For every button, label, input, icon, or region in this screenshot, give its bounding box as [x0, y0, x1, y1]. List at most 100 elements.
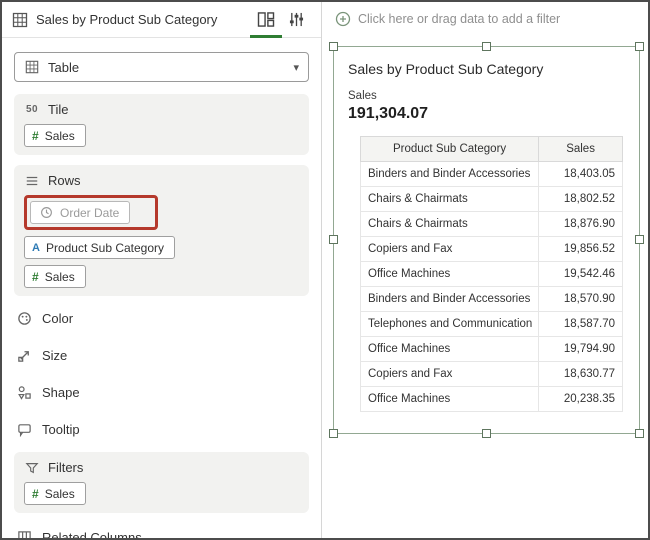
tile-section-header: 50 Tile	[24, 101, 299, 118]
selection-handle[interactable]	[635, 235, 644, 244]
selection-handle[interactable]	[635, 429, 644, 438]
add-filter-plus-icon	[335, 11, 351, 27]
table-row[interactable]: Office Machines19,794.90	[361, 337, 623, 362]
viz-type-dropdown[interactable]: Table ▾	[14, 52, 309, 82]
tile-section: 50 Tile # Sales	[14, 94, 309, 155]
drop-target-shape[interactable]: Shape	[2, 374, 321, 411]
viz-table-body: Binders and Binder Accessories18,403.05C…	[361, 162, 623, 412]
pill-label: Order Date	[60, 206, 119, 220]
table-row[interactable]: Office Machines20,238.35	[361, 387, 623, 412]
pill-sales-tile[interactable]: # Sales	[24, 124, 86, 147]
related-columns-icon	[16, 530, 32, 540]
selection-handle[interactable]	[329, 235, 338, 244]
prop-label: Color	[42, 311, 73, 326]
rows-icon	[24, 174, 40, 188]
rows-section-header: Rows	[24, 172, 299, 189]
selection-handle[interactable]	[635, 42, 644, 51]
pill-sales-filter[interactable]: # Sales	[24, 482, 86, 505]
shape-icon	[16, 385, 32, 400]
prop-label: Tooltip	[42, 422, 80, 437]
viz-table: Product Sub Category Sales Binders and B…	[360, 136, 623, 412]
settings-sliders-tab[interactable]	[282, 2, 311, 38]
annotation-highlight-box: Order Date	[24, 195, 158, 230]
column-header-sales[interactable]: Sales	[539, 137, 623, 162]
table-row[interactable]: Office Machines19,542.46	[361, 262, 623, 287]
measure-icon: #	[32, 487, 39, 501]
filter-bar-text: Click here or drag data to add a filter	[358, 12, 560, 26]
selection-handle[interactable]	[329, 429, 338, 438]
table-grid-icon	[24, 60, 40, 74]
cell-sales: 18,630.77	[539, 362, 623, 387]
panel-header: Sales by Product Sub Category	[2, 2, 321, 38]
table-row[interactable]: Copiers and Fax19,856.52	[361, 237, 623, 262]
table-header-row: Product Sub Category Sales	[361, 137, 623, 162]
cell-sales: 20,238.35	[539, 387, 623, 412]
filters-section-header: Filters	[24, 459, 299, 476]
table-row[interactable]: Copiers and Fax18,630.77	[361, 362, 623, 387]
pill-order-date[interactable]: Order Date	[30, 201, 130, 224]
color-icon	[16, 311, 32, 326]
viz-type-value: Table	[48, 60, 285, 75]
filters-section: Filters # Sales	[14, 452, 309, 513]
pill-label: Product Sub Category	[46, 241, 164, 255]
table-row[interactable]: Telephones and Communication18,587.70	[361, 312, 623, 337]
metric-value: 191,304.07	[348, 105, 625, 123]
cell-category: Office Machines	[361, 387, 539, 412]
cell-sales: 18,876.90	[539, 212, 623, 237]
viz-title: Sales by Product Sub Category	[348, 61, 625, 77]
rows-label: Rows	[48, 173, 81, 188]
grammar-tab[interactable]	[250, 2, 282, 38]
drop-target-size[interactable]: Size	[2, 337, 321, 374]
clock-icon	[38, 206, 54, 219]
cell-category: Office Machines	[361, 337, 539, 362]
panel-header-tabs	[250, 2, 311, 38]
measure-icon: #	[32, 270, 39, 284]
cell-sales: 19,794.90	[539, 337, 623, 362]
pill-label: Sales	[45, 129, 75, 143]
tooltip-icon	[16, 422, 32, 437]
pill-sales-rows[interactable]: # Sales	[24, 265, 86, 288]
table-row[interactable]: Binders and Binder Accessories18,570.90	[361, 287, 623, 312]
property-rows: Color Size Shape Tooltip	[2, 300, 321, 448]
cell-category: Binders and Binder Accessories	[361, 287, 539, 312]
panel-title: Sales by Product Sub Category	[36, 12, 242, 27]
drop-target-color[interactable]: Color	[2, 300, 321, 337]
table-row[interactable]: Binders and Binder Accessories18,403.05	[361, 162, 623, 187]
cell-category: Copiers and Fax	[361, 362, 539, 387]
selection-handle[interactable]	[329, 42, 338, 51]
column-header-category[interactable]: Product Sub Category	[361, 137, 539, 162]
measure-icon: #	[32, 129, 39, 143]
tile-label: Tile	[48, 102, 68, 117]
table-row[interactable]: Chairs & Chairmats18,876.90	[361, 212, 623, 237]
filters-label: Filters	[48, 460, 83, 475]
selection-handle[interactable]	[482, 429, 491, 438]
cell-category: Chairs & Chairmats	[361, 187, 539, 212]
filter-icon	[24, 461, 40, 475]
cell-sales: 18,802.52	[539, 187, 623, 212]
drop-target-tooltip[interactable]: Tooltip	[2, 411, 321, 448]
pill-label: Sales	[45, 270, 75, 284]
table-row[interactable]: Chairs & Chairmats18,802.52	[361, 187, 623, 212]
cell-category: Telephones and Communication	[361, 312, 539, 337]
cell-category: Binders and Binder Accessories	[361, 162, 539, 187]
related-columns-row[interactable]: Related Columns	[2, 519, 321, 540]
prop-label: Size	[42, 348, 67, 363]
canvas-area: Click here or drag data to add a filter …	[323, 2, 648, 538]
cell-sales: 18,403.05	[539, 162, 623, 187]
tile-icon: 50	[24, 104, 40, 115]
cell-category: Chairs & Chairmats	[361, 212, 539, 237]
grammar-panel: Sales by Product Sub Category Table ▾ 50…	[2, 2, 322, 538]
selection-handle[interactable]	[482, 42, 491, 51]
pill-product-sub-category[interactable]: A Product Sub Category	[24, 236, 175, 259]
size-icon	[16, 348, 32, 363]
filter-drop-bar[interactable]: Click here or drag data to add a filter	[323, 2, 648, 36]
app-window: Sales by Product Sub Category Table ▾ 50…	[0, 0, 650, 540]
pill-label: Sales	[45, 487, 75, 501]
table-viz-icon	[12, 12, 28, 28]
viz-container-selected[interactable]: Sales by Product Sub Category Sales 191,…	[333, 46, 640, 434]
chevron-down-icon: ▾	[293, 61, 299, 74]
cell-sales: 18,587.70	[539, 312, 623, 337]
metric-label: Sales	[348, 90, 625, 102]
cell-sales: 19,542.46	[539, 262, 623, 287]
prop-label: Shape	[42, 385, 80, 400]
